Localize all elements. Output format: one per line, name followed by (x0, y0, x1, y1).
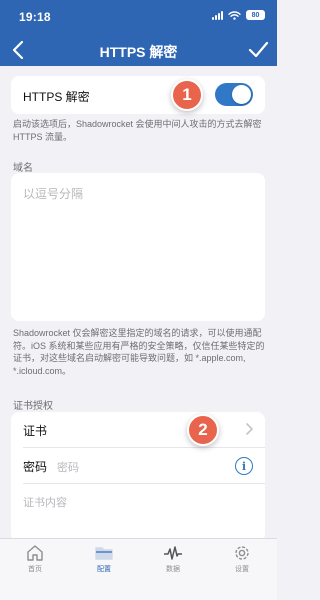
tab-data-label: 数据 (166, 566, 180, 573)
domain-section-title: 域名 (13, 163, 33, 174)
info-icon[interactable]: i (235, 457, 253, 475)
navigation-bar: HTTPS 解密 (0, 34, 277, 66)
settings-content[interactable]: HTTPS 解密 1 启动该选项后，Shadowrocket 会使用中间人攻击的… (0, 66, 277, 538)
https-decrypt-toggle[interactable] (215, 83, 253, 106)
row-divider (23, 483, 265, 484)
home-icon (27, 545, 43, 561)
https-decrypt-label: HTTPS 解密 (23, 90, 90, 104)
step-marker-2: 2 (187, 414, 219, 446)
status-bar: 19:18 80 (0, 0, 277, 34)
cert-section-title: 证书授权 (13, 401, 53, 412)
pulse-icon (164, 546, 182, 560)
step-marker-1: 1 (171, 79, 203, 111)
cert-content-input[interactable]: 证书内容 (23, 494, 67, 510)
gear-icon (235, 546, 249, 560)
cellular-signal-icon (212, 10, 223, 20)
toggle-knob (232, 85, 251, 104)
folder-icon (95, 547, 113, 560)
tab-home-label: 首页 (28, 566, 42, 573)
status-time: 19:18 (19, 10, 51, 24)
password-input[interactable]: 密码 (57, 459, 79, 475)
domain-textarea[interactable]: 以逗号分隔 (11, 173, 265, 321)
page-title: HTTPS 解密 (99, 44, 178, 60)
cert-row[interactable]: 证书 (11, 412, 265, 448)
tab-settings-label: 设置 (235, 566, 249, 573)
tab-data[interactable]: 数据 (148, 543, 198, 579)
chevron-right-icon (246, 423, 253, 435)
https-decrypt-description: 启动该选项后，Shadowrocket 会使用中间人攻击的方式去解密 HTTPS… (13, 119, 262, 142)
tab-config-label: 配置 (97, 566, 111, 573)
cert-label: 证书 (23, 424, 48, 438)
domain-description: Shadowrocket 仅会解密这里指定的域名的请求，可以使用通配符。iOS … (13, 328, 265, 376)
tab-home[interactable]: 首页 (10, 543, 60, 579)
password-label: 密码 (23, 460, 48, 474)
status-icons: 80 (212, 10, 265, 20)
wifi-icon (228, 10, 241, 20)
done-button[interactable] (247, 39, 269, 61)
password-row: 密码 密码 i (11, 448, 265, 484)
battery-icon: 80 (246, 10, 265, 20)
cert-card: 证书 密码 密码 i 证书内容 (11, 412, 265, 538)
tab-settings[interactable]: 设置 (217, 543, 267, 579)
tab-config[interactable]: 配置 (79, 543, 129, 579)
domain-placeholder: 以逗号分隔 (23, 187, 84, 201)
tab-bar: 首页 配置 数据 设置 (0, 538, 277, 600)
https-decrypt-row: HTTPS 解密 (11, 76, 265, 114)
